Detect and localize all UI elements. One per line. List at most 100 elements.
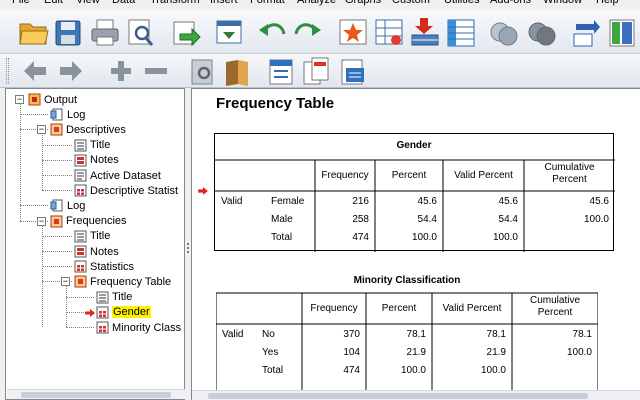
expand-icon[interactable] xyxy=(111,61,131,81)
column-header: Frequency xyxy=(310,303,358,314)
tree-item-frequencies[interactable]: Frequencies xyxy=(50,214,127,229)
print-icon[interactable] xyxy=(91,19,119,46)
tree-item-label: Frequency Table xyxy=(90,275,172,288)
insert-heading-icon[interactable] xyxy=(269,59,293,85)
cell-frequency: 216 xyxy=(352,196,369,207)
menu-window[interactable]: Window xyxy=(543,0,582,6)
show-icon[interactable] xyxy=(191,59,213,85)
undo-icon[interactable] xyxy=(259,23,286,36)
cell-frequency: 258 xyxy=(352,214,369,225)
tree-item-notes[interactable]: Notes xyxy=(74,153,119,168)
outline-toolbar xyxy=(0,54,640,88)
gender-table[interactable]: Gender Frequency Percent Valid Percent Cumu… xyxy=(214,133,615,252)
menu-insert[interactable]: Insert xyxy=(210,0,238,6)
tree-item-log[interactable]: Log xyxy=(50,107,85,122)
tree-item-output[interactable]: Output xyxy=(28,92,77,107)
goto-variable-icon[interactable] xyxy=(375,19,403,45)
tree-item-title[interactable]: Title xyxy=(96,290,132,305)
menu-view[interactable]: View xyxy=(76,0,100,6)
collapse-toggle-icon[interactable]: − xyxy=(37,216,46,226)
outline-horizontal-scrollbar[interactable] xyxy=(7,389,185,399)
menu-add-ons[interactable]: Add-ons xyxy=(490,0,531,6)
tree-item-label: Title xyxy=(90,139,111,152)
title-icon xyxy=(74,230,87,243)
outline-pane[interactable]: Output − Log Descriptives − Title Notes Active … xyxy=(5,88,185,400)
goto-case-icon[interactable] xyxy=(339,19,367,45)
redo-icon[interactable] xyxy=(294,23,321,36)
promote-icon[interactable] xyxy=(24,61,46,81)
cell-frequency: 370 xyxy=(343,329,360,340)
column-header: Valid Percent xyxy=(442,303,502,314)
menu-custom[interactable]: Custom xyxy=(392,0,430,6)
tree-connector xyxy=(42,190,72,192)
print-preview-icon[interactable] xyxy=(128,19,154,46)
tree-item-label: Notes xyxy=(90,154,119,167)
log-icon xyxy=(50,199,64,212)
cell-percent: 45.6 xyxy=(417,196,437,207)
menu-file[interactable]: File xyxy=(12,0,30,6)
cell-percent: 78.1 xyxy=(406,329,426,340)
tree-item-title[interactable]: Title xyxy=(74,229,110,244)
minority-classification-table[interactable]: Minority Classification Frequency Percent… xyxy=(216,269,598,400)
recall-dialog-icon[interactable] xyxy=(216,20,242,44)
menu-format[interactable]: Format xyxy=(250,0,285,6)
tree-item-label: Descriptives xyxy=(66,123,126,136)
tree-item-descriptive-statist[interactable]: Descriptive Statist xyxy=(74,183,178,198)
content-pane[interactable]: Frequency Table Gender Frequency Percent V… xyxy=(191,88,640,400)
output-book-icon xyxy=(28,93,41,106)
insert-text-icon[interactable] xyxy=(341,59,364,85)
hide-icon[interactable] xyxy=(226,60,248,86)
column-header: Valid Percent xyxy=(454,170,513,181)
cell-valid-percent: 54.4 xyxy=(498,214,518,225)
content-scroll-thumb[interactable] xyxy=(208,393,588,399)
table-icon xyxy=(96,306,109,319)
cell-frequency: 104 xyxy=(343,347,360,358)
insert-cases-icon[interactable] xyxy=(411,18,439,46)
tree-item-label: Title xyxy=(90,230,111,243)
open-folder-icon[interactable] xyxy=(19,23,49,45)
table-icon xyxy=(74,260,87,273)
show-all-icon[interactable] xyxy=(528,22,556,46)
save-icon[interactable] xyxy=(55,20,81,46)
selection-arrow-icon xyxy=(85,308,95,317)
tree-item-active-dataset[interactable]: Active Dataset xyxy=(74,168,161,183)
tree-item-minority-class[interactable]: Minority Class xyxy=(96,320,181,335)
spss-viewer-window: File Edit View Data Transform Insert Format Ana… xyxy=(0,0,640,400)
variables-icon[interactable] xyxy=(447,19,475,47)
tree-item-statistics[interactable]: Statistics xyxy=(74,259,134,274)
column-header: Frequency xyxy=(321,170,369,181)
content-horizontal-scrollbar[interactable] xyxy=(192,390,640,400)
tree-item-descriptives[interactable]: Descriptives xyxy=(50,122,126,137)
cell-cumulative: 100.0 xyxy=(566,347,592,358)
menu-transform[interactable]: Transform xyxy=(150,0,200,6)
tree-connector xyxy=(66,281,67,327)
menu-graphs[interactable]: Graphs xyxy=(345,0,381,6)
tree-item-notes[interactable]: Notes xyxy=(74,244,119,259)
menu-edit[interactable]: Edit xyxy=(44,0,63,6)
menu-utilities[interactable]: Utilities xyxy=(444,0,479,6)
export-icon[interactable] xyxy=(173,21,201,47)
tree-item-title[interactable]: Title xyxy=(74,138,110,153)
cell-frequency: 474 xyxy=(343,365,360,376)
use-sets-icon[interactable] xyxy=(490,22,518,46)
collapse-toggle-icon[interactable]: − xyxy=(37,125,46,135)
tree-item-frequency-table[interactable]: Frequency Table xyxy=(74,274,171,289)
outline-scroll-thumb[interactable] xyxy=(21,392,171,398)
cell-percent: 54.4 xyxy=(417,214,437,225)
split-icon[interactable] xyxy=(609,19,635,47)
collapse-toggle-icon[interactable]: − xyxy=(15,95,24,104)
frequency-table-heading[interactable]: Frequency Table xyxy=(216,95,334,112)
cell-valid-percent: 45.6 xyxy=(498,196,518,207)
tree-item-gender[interactable]: Gender xyxy=(96,305,151,320)
collapse-icon[interactable] xyxy=(145,68,167,74)
cell-cumulative: 78.1 xyxy=(572,329,592,340)
menu-data[interactable]: Data xyxy=(112,0,135,6)
demote-icon[interactable] xyxy=(60,61,82,81)
menu-analyze[interactable]: Analyze xyxy=(297,0,336,6)
tree-item-log[interactable]: Log xyxy=(50,198,85,213)
designate-window-icon[interactable] xyxy=(573,20,600,47)
collapse-toggle-icon[interactable]: − xyxy=(61,277,70,287)
menu-help[interactable]: Help xyxy=(596,0,619,6)
tree-connector xyxy=(20,114,48,116)
insert-title-icon[interactable] xyxy=(303,57,329,85)
